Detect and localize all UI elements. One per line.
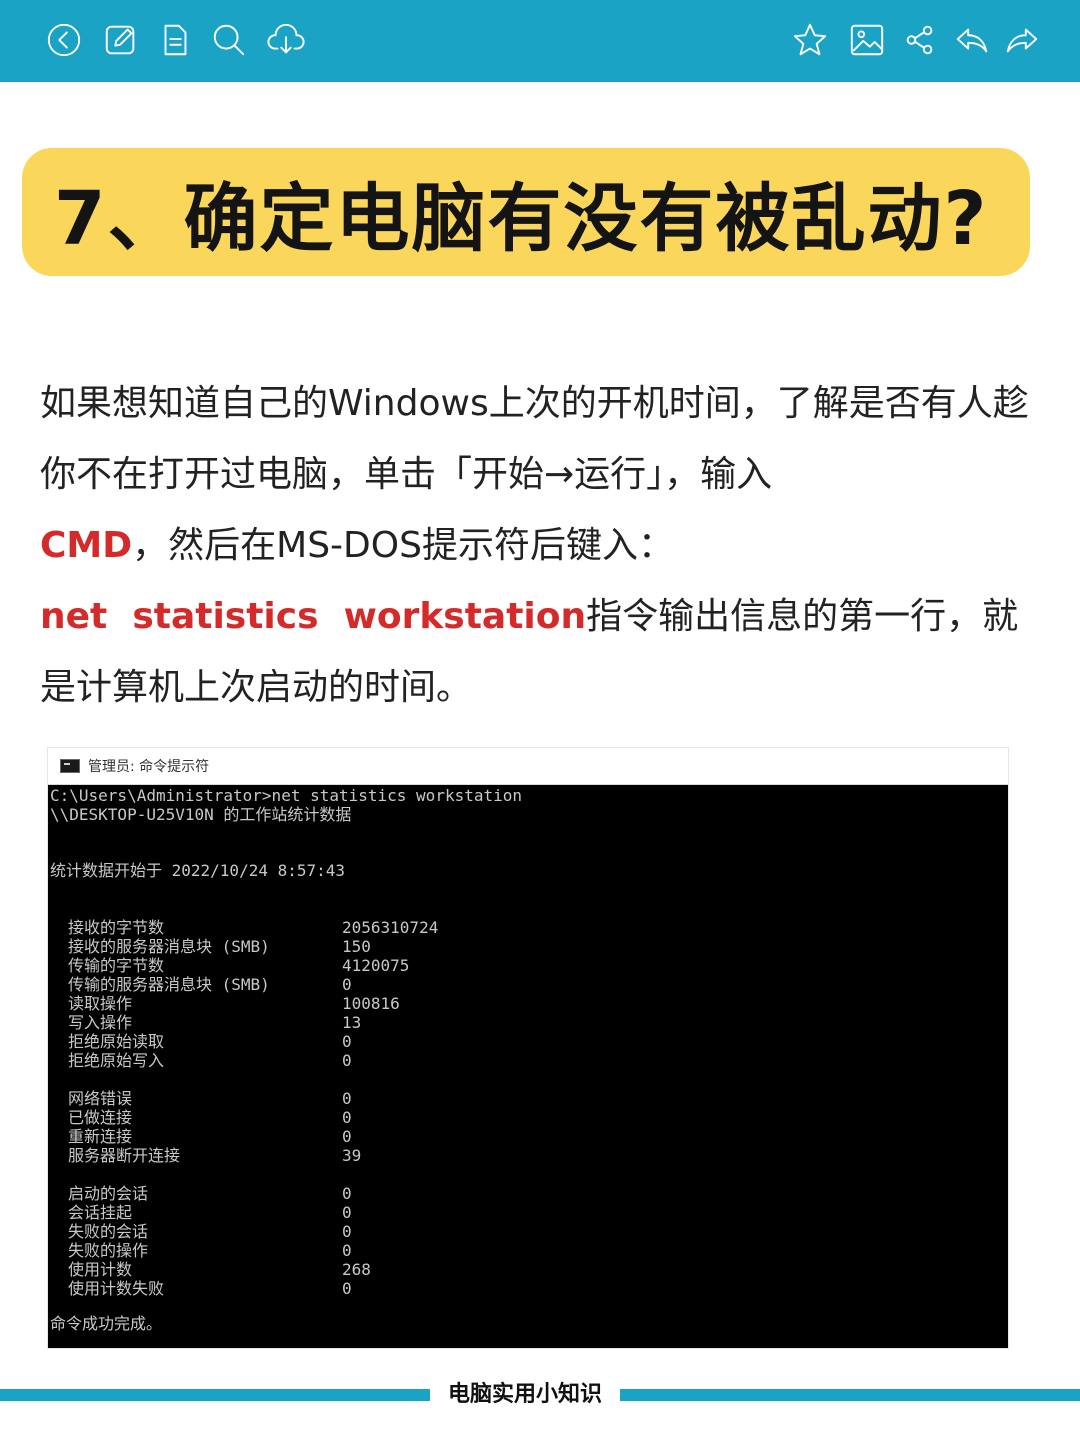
image-icon[interactable] (847, 20, 887, 60)
edit-icon[interactable] (101, 20, 141, 60)
stat-value: 0 (342, 1051, 352, 1070)
console-screenshot: 管理员: 命令提示符 C:\Users\Administrator>net st… (48, 748, 1008, 1348)
stat-label: 失败的操作 (68, 1241, 149, 1260)
stat-value: 13 (342, 1013, 362, 1032)
stat-label: 接收的字节数 (68, 918, 165, 937)
header-line: \\DESKTOP-U25V10N 的工作站统计数据 (50, 805, 352, 824)
stat-value: 0 (342, 1184, 352, 1203)
download-icon[interactable] (266, 20, 306, 60)
stat-value: 0 (342, 1203, 352, 1222)
footer-divider-left (0, 1389, 430, 1401)
stat-label: 服务器断开连接 (68, 1146, 181, 1165)
stat-label: 传输的字节数 (68, 956, 165, 975)
start-line: 统计数据开始于 2022/10/24 8:57:43 (50, 861, 346, 880)
stat-value: 39 (342, 1146, 362, 1165)
console-window-title: 管理员: 命令提示符 (88, 759, 210, 775)
stat-value: 0 (342, 1108, 352, 1127)
stat-label: 网络错误 (68, 1089, 133, 1108)
stat-value: 0 (342, 975, 352, 994)
stat-label: 写入操作 (68, 1013, 133, 1032)
stat-label: 传输的服务器消息块 (SMB) (68, 975, 270, 994)
document-icon[interactable] (155, 20, 195, 60)
footer-caption: 电脑实用小知识 (447, 1382, 602, 1407)
prompt-line: C:\Users\Administrator>net statistics wo… (50, 786, 523, 805)
footer-divider-right (620, 1389, 1080, 1401)
search-icon[interactable] (209, 20, 249, 60)
stat-value: 4120075 (342, 956, 410, 975)
article-instruction: ，然后在MS-DOS提示符后键入： (132, 525, 674, 566)
stat-label: 使用计数 (68, 1260, 133, 1279)
stat-label: 使用计数失败 (68, 1279, 165, 1298)
stat-label: 失败的会话 (68, 1222, 149, 1241)
stat-label: 已做连接 (68, 1108, 133, 1127)
article-body: 如果想知道自己的Windows上次的开机时间，了解是否有人趁你不在打开过电脑，单… (40, 368, 1040, 723)
stat-value: 0 (342, 1279, 352, 1298)
stat-label: 读取操作 (68, 994, 133, 1013)
done-line: 命令成功完成。 (50, 1314, 163, 1333)
stat-label: 拒绝原始读取 (68, 1032, 165, 1051)
stat-value: 0 (342, 1089, 352, 1108)
cmd-icon (60, 759, 80, 773)
stat-label: 启动的会话 (68, 1184, 149, 1203)
cmd-keyword: CMD (40, 525, 133, 566)
stat-label: 重新连接 (68, 1127, 133, 1146)
console-titlebar: 管理员: 命令提示符 (48, 748, 1008, 785)
stat-value: 0 (342, 1222, 352, 1241)
top-toolbar (0, 0, 1080, 82)
stat-label: 拒绝原始写入 (68, 1051, 165, 1070)
page-title: 7、确定电脑有没有被乱动? (54, 175, 989, 262)
command-keyword: net statistics workstation (40, 596, 587, 637)
back-icon[interactable] (44, 20, 84, 60)
stat-value: 0 (342, 1127, 352, 1146)
title-banner: 7、确定电脑有没有被乱动? (22, 148, 1030, 276)
stat-value: 150 (342, 937, 371, 956)
forward-icon[interactable] (1002, 20, 1042, 60)
stat-value: 0 (342, 1241, 352, 1260)
article-paragraph: 如果想知道自己的Windows上次的开机时间，了解是否有人趁你不在打开过电脑，单… (40, 368, 1040, 723)
stat-value: 268 (342, 1260, 371, 1279)
stat-value: 100816 (342, 994, 400, 1013)
console-output: C:\Users\Administrator>net statistics wo… (48, 786, 1008, 1346)
stat-value: 0 (342, 1032, 352, 1051)
stat-label: 接收的服务器消息块 (SMB) (68, 937, 270, 956)
stat-label: 会话挂起 (68, 1203, 133, 1222)
stat-value: 2056310724 (342, 918, 439, 937)
share-icon[interactable] (900, 20, 940, 60)
article-intro: 如果想知道自己的Windows上次的开机时间，了解是否有人趁你不在打开过电脑，单… (40, 383, 1029, 495)
reply-icon[interactable] (952, 20, 992, 60)
star-icon[interactable] (790, 20, 830, 60)
